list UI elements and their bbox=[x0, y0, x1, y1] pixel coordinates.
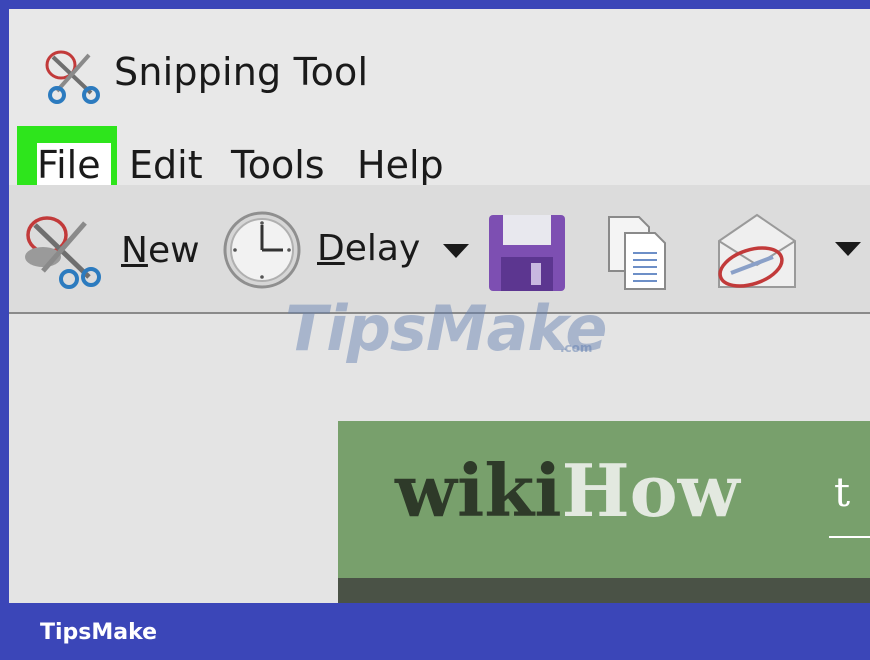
delay-button-label: Delay bbox=[317, 228, 421, 269]
wikihow-logo-light: How bbox=[561, 448, 740, 533]
clock-icon bbox=[223, 211, 301, 289]
new-button[interactable]: New bbox=[23, 211, 203, 291]
watermark-logo: TipsMake bbox=[285, 292, 607, 365]
window-title: Snipping Tool bbox=[114, 50, 369, 94]
title-bar: Snipping Tool bbox=[9, 9, 870, 121]
menu-item-help[interactable]: Help bbox=[357, 146, 444, 184]
wikihow-underline bbox=[829, 536, 870, 538]
footer-brand: TipsMake bbox=[40, 620, 158, 645]
wikihow-logo: wikiHow bbox=[395, 455, 740, 527]
banner-image-strip bbox=[338, 578, 870, 603]
copy-icon bbox=[608, 216, 666, 290]
send-snip-button[interactable] bbox=[713, 207, 863, 295]
menu-item-tools[interactable]: Tools bbox=[231, 146, 325, 184]
chevron-down-icon bbox=[443, 244, 469, 258]
menu-item-file[interactable]: File bbox=[37, 146, 101, 184]
menu-item-edit[interactable]: Edit bbox=[129, 146, 203, 184]
chevron-down-icon bbox=[835, 242, 861, 256]
copy-button[interactable] bbox=[605, 215, 669, 291]
delay-button[interactable]: Delay bbox=[221, 209, 473, 291]
floppy-disk-icon bbox=[489, 215, 565, 291]
save-button[interactable] bbox=[487, 213, 567, 293]
wikihow-logo-dark: wiki bbox=[395, 448, 562, 533]
scissors-icon bbox=[45, 50, 100, 104]
watermark-suffix: .com bbox=[560, 341, 593, 355]
scissors-icon bbox=[25, 216, 101, 289]
new-button-label: New bbox=[121, 230, 200, 271]
envelope-icon bbox=[718, 213, 796, 288]
wikihow-tagline: t bbox=[834, 470, 851, 516]
